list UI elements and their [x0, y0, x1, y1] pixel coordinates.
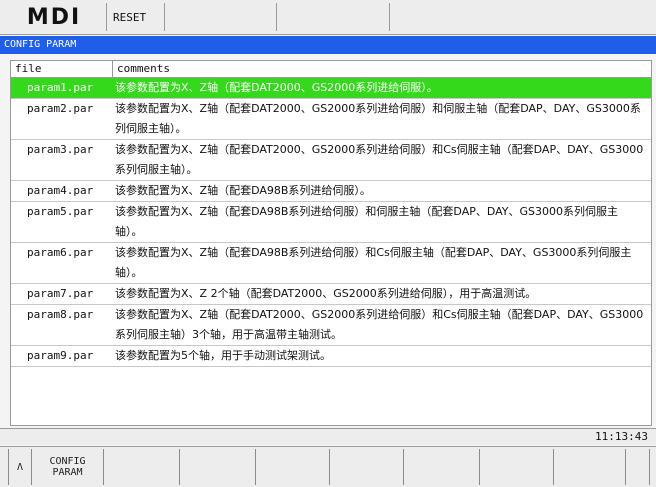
file-comment: 该参数配置为X、Z 2个轴（配套DAT2000、GS2000系列进给伺服），用于… — [115, 287, 537, 300]
clock: 11:13:43 — [595, 430, 648, 443]
file-name: param7.par — [27, 287, 94, 300]
table-row[interactable]: param5.par 该参数配置为X、Z轴（配套DA98B系列进给伺服）和伺服主… — [11, 202, 651, 243]
table-row[interactable]: param3.par 该参数配置为X、Z轴（配套DAT2000、GS2000系列… — [11, 140, 651, 181]
file-name: param8.par — [27, 308, 94, 321]
table-row[interactable]: param6.par 该参数配置为X、Z轴（配套DA98B系列进给伺服）和Cs伺… — [11, 243, 651, 284]
status-bar: 11:13:43 — [0, 428, 656, 445]
status-slot-2 — [277, 3, 390, 31]
softkey-config-param[interactable]: CONFIG PARAM — [32, 449, 104, 485]
table-row[interactable]: param2.par 该参数配置为X、Z轴（配套DAT2000、GS2000系列… — [11, 99, 651, 140]
column-header-comments: comments — [112, 61, 170, 77]
column-header-file: file — [15, 62, 42, 75]
softkey-bar: Λ CONFIG PARAM — [0, 446, 656, 487]
table-row-selected[interactable]: param1.par 该参数配置为X、Z轴（配套DAT2000、GS2000系列… — [11, 78, 651, 99]
table-row[interactable]: param7.par 该参数配置为X、Z 2个轴（配套DAT2000、GS200… — [11, 284, 651, 305]
table-row[interactable]: param4.par 该参数配置为X、Z轴（配套DA98B系列进给伺服）。 — [11, 181, 651, 202]
file-name: param6.par — [27, 246, 94, 259]
softkey-2[interactable] — [104, 449, 180, 485]
table-row[interactable]: param9.par 该参数配置为5个轴，用于手动测试架测试。 — [11, 346, 651, 367]
softkey-4[interactable] — [256, 449, 330, 485]
status-reset: RESET — [107, 3, 165, 31]
back-softkey[interactable]: Λ — [8, 449, 32, 485]
panel-title: CONFIG PARAM — [0, 36, 656, 54]
file-comment: 该参数配置为X、Z轴（配套DA98B系列进给伺服）和Cs伺服主轴（配套DAP、D… — [115, 246, 632, 279]
table-header: file comments — [11, 61, 651, 78]
file-name: param4.par — [27, 184, 94, 197]
softkey-7[interactable] — [480, 449, 554, 485]
softkey-5[interactable] — [330, 449, 404, 485]
softkey-8[interactable] — [554, 449, 626, 485]
file-comment: 该参数配置为X、Z轴（配套DAT2000、GS2000系列进给伺服）和Cs伺服主… — [115, 308, 644, 341]
caret-up-icon: Λ — [16, 461, 24, 473]
softkey-3[interactable] — [180, 449, 256, 485]
param-file-table: file comments param1.par 该参数配置为X、Z轴（配套DA… — [10, 60, 652, 426]
file-comment: 该参数配置为X、Z轴（配套DAT2000、GS2000系列进给伺服）。 — [115, 81, 438, 94]
file-comment: 该参数配置为X、Z轴（配套DAT2000、GS2000系列进给伺服）和伺服主轴（… — [115, 102, 641, 135]
file-name: param2.par — [27, 102, 94, 115]
cnc-screen: MDI RESET CONFIG PARAM file comments par… — [0, 0, 656, 487]
softkey-next[interactable] — [626, 449, 650, 485]
status-slot-1 — [166, 3, 277, 31]
file-comment: 该参数配置为X、Z轴（配套DA98B系列进给伺服）。 — [115, 184, 371, 197]
softkey-6[interactable] — [404, 449, 480, 485]
file-name: param1.par — [27, 81, 94, 94]
file-comment: 该参数配置为X、Z轴（配套DA98B系列进给伺服）和伺服主轴（配套DAP、DAY… — [115, 205, 619, 238]
mode-indicator: MDI — [2, 3, 107, 31]
file-comment: 该参数配置为X、Z轴（配套DAT2000、GS2000系列进给伺服）和Cs伺服主… — [115, 143, 644, 176]
table-row[interactable]: param8.par 该参数配置为X、Z轴（配套DAT2000、GS2000系列… — [11, 305, 651, 346]
file-name: param3.par — [27, 143, 94, 156]
file-name: param5.par — [27, 205, 94, 218]
file-name: param9.par — [27, 349, 94, 362]
top-bar: MDI RESET — [0, 0, 656, 35]
file-comment: 该参数配置为5个轴，用于手动测试架测试。 — [115, 349, 331, 362]
